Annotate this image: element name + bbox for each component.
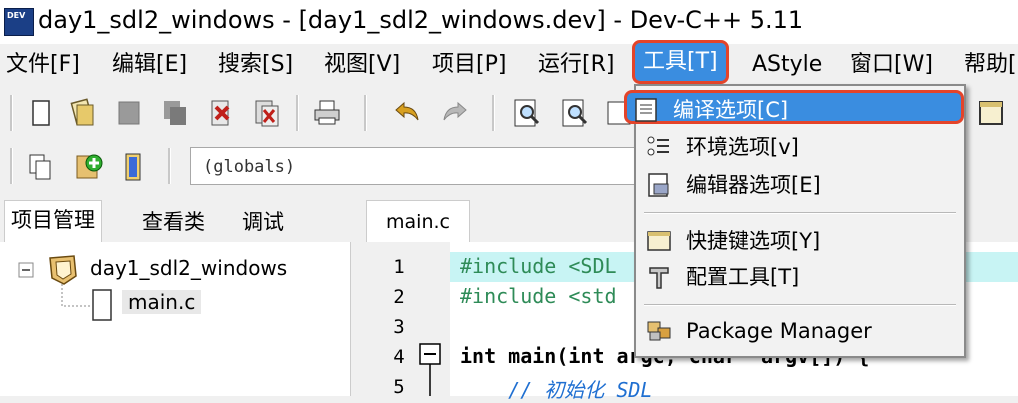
project-icon	[49, 255, 77, 285]
menu-project[interactable]: 项目[P]	[432, 50, 506, 80]
menu-file[interactable]: 文件[F]	[6, 50, 80, 80]
editor-tab-main-c[interactable]: main.c	[366, 200, 470, 243]
menu-item-package-manager[interactable]: Package Manager	[640, 314, 958, 348]
save-icon[interactable]	[114, 98, 144, 128]
menu-item-shortcut-options[interactable]: 快捷键选项[Y]	[640, 224, 958, 258]
line-number: 1	[393, 256, 405, 278]
menu-item-label: 快捷键选项[Y]	[686, 229, 821, 253]
toolbar-separator	[492, 95, 495, 131]
menu-view[interactable]: 视图[V]	[324, 50, 400, 80]
menu-item-environment-options[interactable]: 环境选项[v]	[640, 130, 958, 164]
menu-separator	[644, 212, 956, 214]
compiler-options-icon	[635, 98, 657, 122]
title-bar: day1_sdl2_windows - [day1_sdl2_windows.d…	[0, 0, 1018, 44]
left-panel-tabs: 项目管理 查看类 调试	[0, 200, 350, 243]
tab-project[interactable]: 项目管理	[4, 200, 102, 243]
fold-minus-icon[interactable]	[418, 342, 444, 396]
configure-tools-icon	[649, 267, 669, 289]
redo-icon[interactable]	[440, 98, 470, 128]
project-tree: day1_sdl2_windows main.c	[0, 242, 351, 396]
menu-search[interactable]: 搜索[S]	[218, 50, 293, 80]
project-name[interactable]: day1_sdl2_windows	[90, 256, 287, 280]
menu-edit[interactable]: 编辑[E]	[112, 50, 187, 80]
toolbar-separator	[296, 95, 299, 131]
menu-run[interactable]: 运行[R]	[538, 50, 614, 80]
shortcut-options-icon	[647, 231, 671, 251]
menu-item-label: 编辑器选项[E]	[686, 173, 821, 197]
remove-file-icon[interactable]	[118, 152, 148, 182]
menu-item-editor-options[interactable]: 编辑器选项[E]	[640, 168, 958, 202]
file-icon	[92, 289, 112, 321]
line-number: 4	[393, 346, 405, 368]
toolbar-grip	[10, 95, 13, 131]
line-number: 3	[393, 316, 405, 338]
open-icon[interactable]	[68, 98, 98, 128]
menu-item-compiler-options[interactable]: 编译选项[C]	[624, 90, 964, 124]
find-icon[interactable]	[512, 98, 542, 128]
code-line: // 初始化 SDL	[460, 378, 653, 402]
toolbar-separator	[168, 148, 171, 184]
scope-combo[interactable]: (globals)	[190, 147, 650, 185]
menu-tools[interactable]: 工具[T]	[632, 40, 729, 84]
environment-options-icon	[647, 136, 669, 156]
menu-astyle[interactable]: AStyle	[752, 50, 822, 80]
code-line: #include <SDL	[460, 254, 617, 278]
menu-separator	[644, 304, 956, 306]
toolbar-separator	[364, 95, 367, 131]
menu-bar: 文件[F] 编辑[E] 搜索[S] 视图[V] 项目[P] 运行[R] 工具[T…	[0, 40, 1018, 88]
window-title: day1_sdl2_windows - [day1_sdl2_windows.d…	[38, 6, 804, 34]
menu-item-label: 配置工具[T]	[686, 265, 800, 289]
close-icon[interactable]	[206, 98, 236, 128]
menu-item-label: 环境选项[v]	[686, 135, 799, 159]
menu-help[interactable]: 帮助[	[964, 50, 1017, 80]
menu-item-configure-tools[interactable]: 配置工具[T]	[640, 260, 958, 294]
line-number: 2	[393, 286, 405, 308]
new-file-icon[interactable]	[26, 98, 56, 128]
tab-debug[interactable]: 调试	[236, 204, 290, 240]
undo-icon[interactable]	[392, 98, 422, 128]
toolbar-grip	[10, 148, 13, 184]
package-manager-icon	[647, 321, 671, 341]
menu-item-label: 编译选项[C]	[673, 98, 789, 122]
save-all-icon[interactable]	[160, 98, 190, 128]
app-icon	[4, 8, 34, 36]
code-line: #include <std	[460, 284, 617, 308]
file-main-c[interactable]: main.c	[122, 290, 202, 314]
project-nav-icon[interactable]	[26, 152, 56, 182]
print-icon[interactable]	[312, 98, 342, 128]
tab-classes[interactable]: 查看类	[136, 204, 211, 240]
line-number: 5	[393, 376, 405, 398]
replace-icon[interactable]	[560, 98, 590, 128]
tree-collapse-icon[interactable]	[18, 262, 36, 280]
menu-item-label: Package Manager	[686, 319, 872, 343]
close-all-icon[interactable]	[252, 98, 282, 128]
menu-window[interactable]: 窗口[W]	[850, 50, 933, 80]
window-icon[interactable]	[976, 98, 1006, 128]
tools-dropdown-menu: 编译选项[C] 环境选项[v] 编辑器选项[E] 快捷键选项[Y] 配置工具[T…	[624, 84, 966, 358]
add-file-icon[interactable]	[74, 152, 104, 182]
editor-options-icon	[648, 173, 669, 197]
